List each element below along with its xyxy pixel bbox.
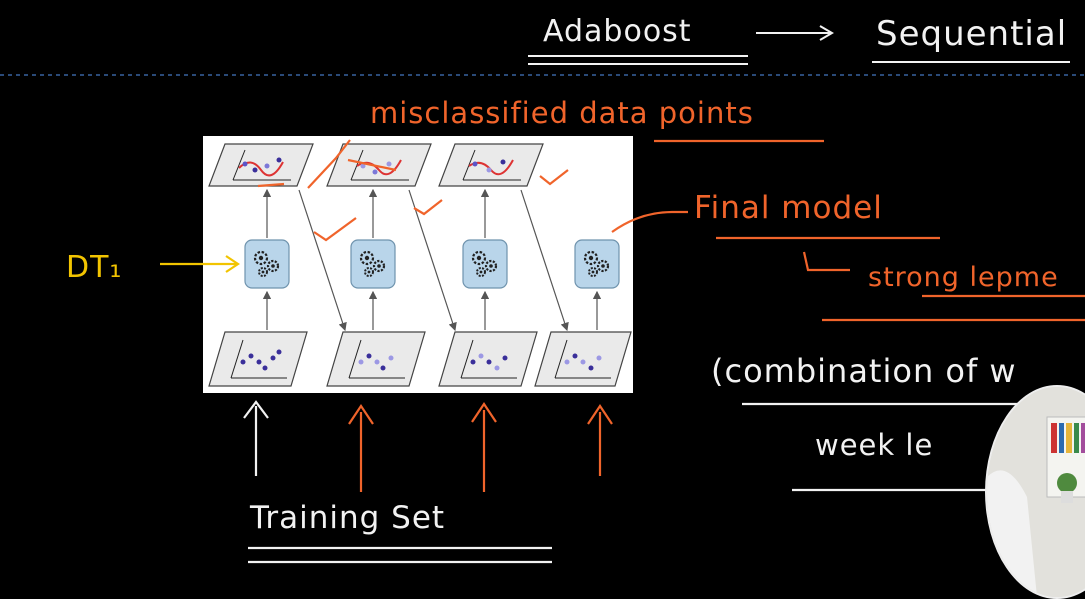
ink-overlay xyxy=(0,25,1085,564)
dt1-arrow xyxy=(160,255,240,273)
